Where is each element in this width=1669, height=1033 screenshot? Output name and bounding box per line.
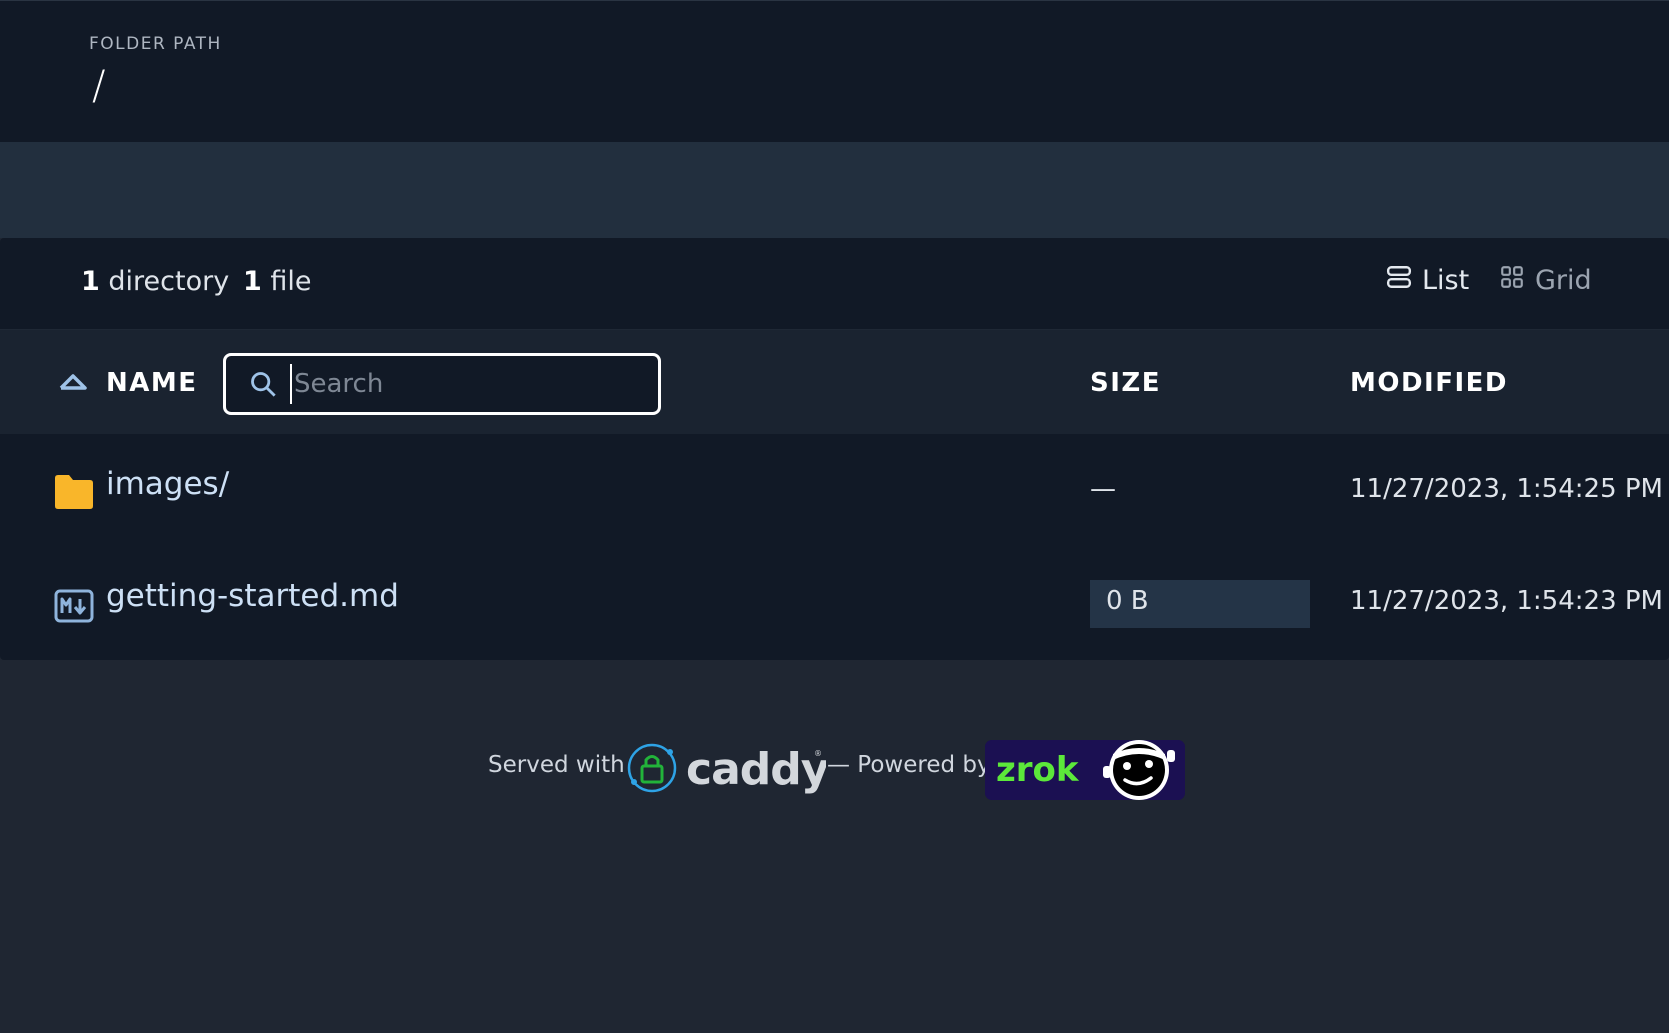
listing-summary: 1 directory 1 file List Grid bbox=[0, 238, 1669, 330]
file-count-label: file bbox=[270, 266, 312, 297]
powered-by-text: — Powered by bbox=[827, 752, 991, 778]
directory-count-number: 1 bbox=[81, 266, 100, 297]
list-view-icon bbox=[1386, 264, 1412, 297]
directory-count-label: directory bbox=[108, 266, 230, 297]
file-count: 1 file bbox=[243, 266, 312, 297]
zrok-logo[interactable]: zrok bbox=[985, 740, 1185, 800]
search-input[interactable] bbox=[290, 364, 640, 404]
caddy-wordmark: caddy bbox=[686, 744, 826, 794]
folder-path-label: FOLDER PATH bbox=[89, 34, 222, 54]
file-name-link[interactable]: images/ bbox=[106, 466, 229, 502]
search-icon bbox=[251, 372, 276, 397]
folder-icon bbox=[55, 475, 93, 509]
column-header-modified[interactable]: MODIFIED bbox=[1350, 368, 1508, 398]
zrok-wordmark: zrok bbox=[996, 750, 1080, 790]
directory-count: 1 directory bbox=[81, 266, 229, 297]
svg-text:®: ® bbox=[814, 749, 822, 758]
table-header: NAME SIZE MODIFIED bbox=[0, 330, 1669, 434]
file-size: — bbox=[1090, 474, 1116, 504]
column-header-name[interactable]: NAME bbox=[106, 368, 198, 398]
markdown-file-icon bbox=[54, 589, 94, 623]
caddy-logo[interactable]: caddy ® bbox=[626, 742, 826, 794]
file-modified: 11/27/2023, 1:54:23 PM bbox=[1350, 586, 1663, 616]
file-modified: 11/27/2023, 1:54:25 PM bbox=[1350, 474, 1663, 504]
list-view-label: List bbox=[1422, 265, 1470, 296]
folder-path-value: / bbox=[92, 63, 106, 109]
header-band bbox=[0, 142, 1669, 238]
file-listing: 1 directory 1 file List Grid NAME Search… bbox=[0, 238, 1669, 660]
grid-view-icon bbox=[1499, 264, 1525, 297]
footer: Served with caddy ® — Powered by zrok bbox=[0, 738, 1669, 800]
file-size: 0 B bbox=[1106, 586, 1149, 616]
table-row[interactable]: images/ — 11/27/2023, 1:54:25 PM bbox=[0, 434, 1669, 546]
file-name-link[interactable]: getting-started.md bbox=[106, 578, 399, 614]
grid-view-label: Grid bbox=[1535, 265, 1592, 296]
search-box[interactable] bbox=[223, 353, 661, 415]
sort-ascending-icon[interactable] bbox=[58, 370, 88, 392]
column-header-size[interactable]: SIZE bbox=[1090, 368, 1161, 398]
folder-path-header: FOLDER PATH / bbox=[0, 0, 1669, 142]
table-row[interactable]: getting-started.md 0 B 11/27/2023, 1:54:… bbox=[0, 546, 1669, 658]
grid-view-button[interactable]: Grid bbox=[1499, 264, 1592, 297]
list-view-button[interactable]: List bbox=[1386, 264, 1469, 297]
served-with-text: Served with bbox=[488, 752, 625, 778]
file-count-number: 1 bbox=[243, 266, 262, 297]
